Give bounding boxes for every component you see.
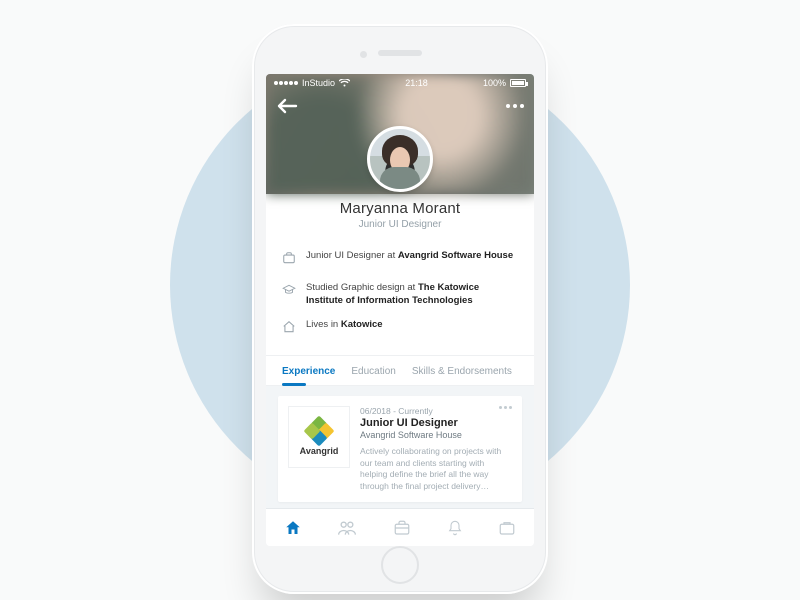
phone-sensor-dot (360, 51, 367, 58)
info-education: Studied Graphic design at The Katowice I… (282, 276, 518, 314)
tabbar-jobs-icon[interactable] (393, 519, 411, 537)
profile-name: Maryanna Morant (266, 200, 534, 217)
logo-name: Avangrid (300, 446, 339, 456)
profile-header (266, 74, 534, 194)
info-list: Junior UI Designer at Avangrid Software … (266, 240, 534, 356)
signal-dots-icon (274, 81, 298, 85)
graduation-icon (282, 283, 296, 308)
tabbar-more-icon[interactable] (498, 519, 516, 537)
card-more-icon[interactable] (499, 406, 512, 409)
profile-title: Junior UI Designer (266, 219, 534, 230)
experience-card[interactable]: Avangrid 06/2018 - Currently Junior UI D… (278, 396, 522, 502)
tab-experience[interactable]: Experience (282, 356, 335, 385)
briefcase-icon (282, 251, 296, 270)
tabbar-notifications-icon[interactable] (447, 519, 463, 537)
bottom-tab-bar (266, 508, 534, 546)
back-icon[interactable] (276, 98, 298, 114)
experience-description: Actively collaborating on projects with … (360, 446, 512, 492)
screen: InStudio 21:18 100% (266, 74, 534, 546)
company-logo: Avangrid (288, 406, 350, 468)
clock-label: 21:18 (405, 78, 428, 88)
avatar[interactable] (367, 126, 433, 192)
profile-tabs: Experience Education Skills & Endorsemen… (266, 356, 534, 386)
info-location: Lives in Katowice (282, 313, 518, 345)
status-bar: InStudio 21:18 100% (266, 74, 534, 92)
experience-company: Avangrid Software House (360, 430, 512, 440)
home-icon (282, 320, 296, 339)
info-location-text: Lives in Katowice (306, 319, 383, 339)
carrier-label: InStudio (302, 78, 335, 88)
info-education-text: Studied Graphic design at The Katowice I… (306, 282, 518, 308)
experience-daterange: 06/2018 - Currently (360, 406, 512, 416)
battery-icon (510, 79, 526, 87)
battery-percent-label: 100% (483, 78, 506, 88)
more-icon[interactable] (506, 104, 524, 108)
experience-feed: Avangrid 06/2018 - Currently Junior UI D… (266, 386, 534, 508)
phone-frame: InStudio 21:18 100% (252, 24, 548, 594)
tabbar-network-icon[interactable] (337, 519, 357, 537)
tab-skills[interactable]: Skills & Endorsements (412, 356, 512, 385)
experience-title: Junior UI Designer (360, 417, 512, 429)
info-job-text: Junior UI Designer at Avangrid Software … (306, 250, 513, 270)
profile-content: Maryanna Morant Junior UI Designer Junio… (266, 194, 534, 546)
tabbar-home-icon[interactable] (284, 519, 302, 537)
info-job: Junior UI Designer at Avangrid Software … (282, 244, 518, 276)
wifi-icon (339, 79, 350, 87)
tab-education[interactable]: Education (351, 356, 395, 385)
